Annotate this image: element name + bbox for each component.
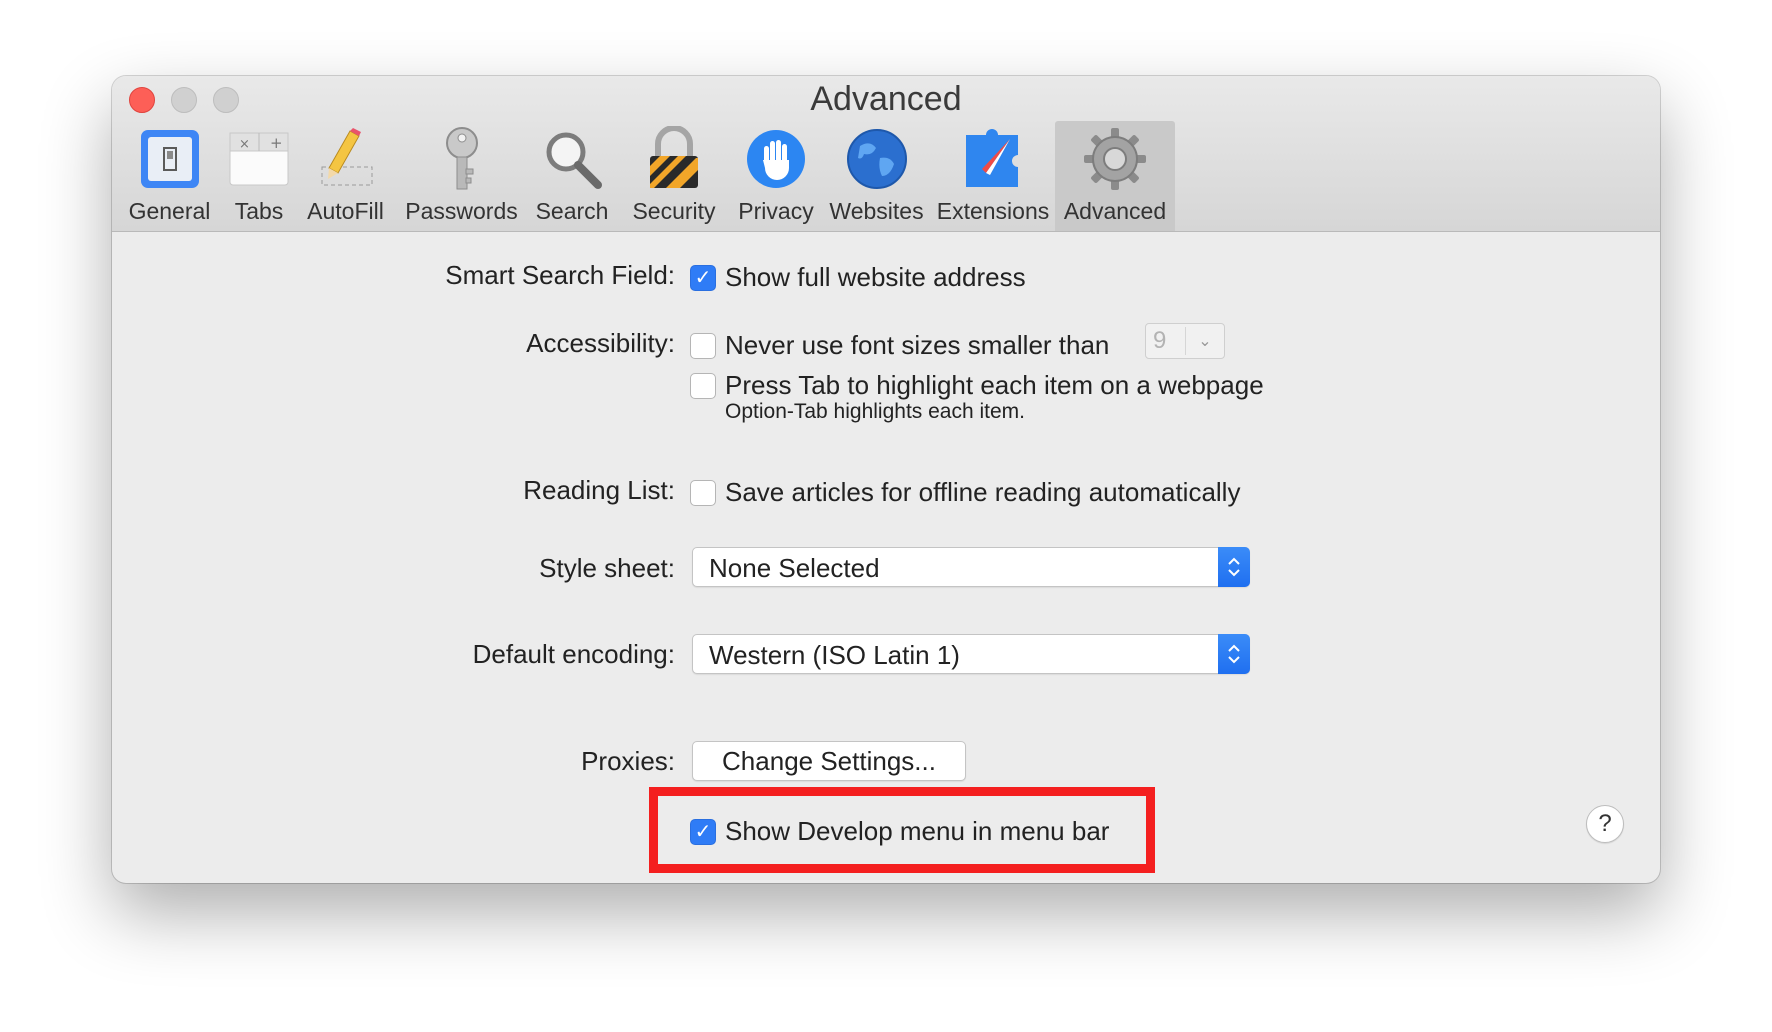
- show-full-address-checkbox[interactable]: ✓: [690, 264, 716, 291]
- tab-tabs[interactable]: × + Tabs: [224, 121, 294, 231]
- tab-advanced[interactable]: Advanced: [1055, 121, 1175, 231]
- advanced-settings-pane: Smart Search Field: ✓ Show full website …: [112, 232, 1660, 883]
- proxies-label: Proxies:: [581, 746, 675, 776]
- reading-list-option[interactable]: Save articles for offline reading automa…: [690, 477, 1240, 508]
- chevron-down-icon: ⌄: [1198, 333, 1212, 350]
- change-settings-button[interactable]: Change Settings...: [692, 741, 966, 781]
- svg-text:×: ×: [239, 137, 250, 152]
- save-offline-checkbox[interactable]: [690, 479, 716, 506]
- help-button[interactable]: ?: [1586, 805, 1624, 843]
- press-tab-checkbox[interactable]: [690, 372, 716, 399]
- titlebar: Advanced General × + Tabs AutoFill Passw…: [112, 76, 1660, 232]
- style-sheet-popup[interactable]: None Selected: [692, 547, 1250, 587]
- autofill-pencil-icon: [310, 125, 382, 193]
- smart-search-option[interactable]: ✓ Show full website address: [690, 262, 1026, 293]
- tab-passwords[interactable]: Passwords: [399, 121, 524, 231]
- min-font-size-checkbox[interactable]: [690, 332, 716, 359]
- tab-security[interactable]: Security: [620, 121, 728, 231]
- updown-chevron-icon: [1218, 547, 1250, 587]
- gear-icon: [1079, 125, 1151, 193]
- style-sheet-label: Style sheet:: [539, 553, 675, 583]
- font-size-select[interactable]: 9 ⌄: [1145, 323, 1225, 359]
- show-develop-menu-checkbox[interactable]: ✓: [690, 818, 716, 845]
- magnifier-icon: [536, 125, 608, 193]
- reading-list-label: Reading List:: [523, 475, 675, 505]
- tab-autofill[interactable]: AutoFill: [298, 121, 393, 231]
- press-tab-option[interactable]: Press Tab to highlight each item on a we…: [690, 370, 1264, 401]
- preferences-toolbar: General × + Tabs AutoFill Passwords Sear…: [112, 121, 1660, 231]
- tab-general[interactable]: General: [122, 121, 217, 231]
- smart-search-label: Smart Search Field:: [445, 260, 675, 290]
- develop-menu-option[interactable]: ✓ Show Develop menu in menu bar: [690, 816, 1109, 847]
- puzzle-compass-icon: [957, 125, 1029, 193]
- key-icon: [426, 125, 498, 193]
- updown-chevron-icon: [1218, 634, 1250, 674]
- lock-icon: [638, 125, 710, 193]
- window-title: Advanced: [810, 80, 962, 118]
- default-encoding-label: Default encoding:: [472, 639, 675, 669]
- default-encoding-popup[interactable]: Western (ISO Latin 1): [692, 634, 1250, 674]
- checkmark-icon: ✓: [694, 266, 712, 289]
- globe-icon: [841, 125, 913, 193]
- tab-search[interactable]: Search: [528, 121, 616, 231]
- checkmark-icon: ✓: [694, 820, 712, 843]
- tabs-icon: × +: [223, 125, 295, 193]
- min-font-size-option[interactable]: Never use font sizes smaller than: [690, 330, 1109, 361]
- accessibility-label: Accessibility:: [526, 328, 675, 358]
- tab-privacy[interactable]: Privacy: [731, 121, 821, 231]
- hand-icon: [740, 125, 812, 193]
- general-icon: [134, 125, 206, 193]
- font-size-value: 9: [1146, 327, 1186, 355]
- tab-extensions[interactable]: Extensions: [934, 121, 1052, 231]
- safari-preferences-window: Advanced General × + Tabs AutoFill Passw…: [112, 76, 1660, 883]
- svg-text:+: +: [270, 134, 283, 152]
- option-tab-note: Option-Tab highlights each item.: [725, 400, 1025, 423]
- tab-websites[interactable]: Websites: [824, 121, 929, 231]
